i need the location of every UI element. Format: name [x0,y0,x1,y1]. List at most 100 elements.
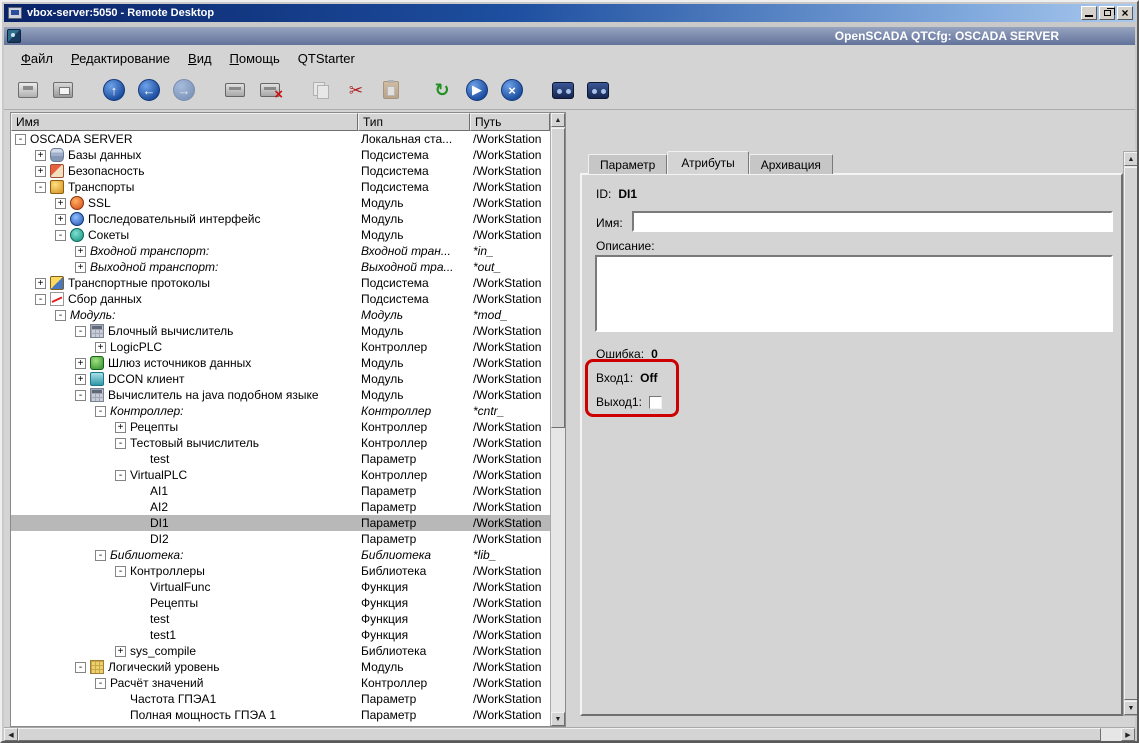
name-input[interactable] [632,211,1113,232]
tree-row[interactable]: -СокетыМодуль/WorkStation [11,227,550,243]
tree-row[interactable]: +DCON клиентМодуль/WorkStation [11,371,550,387]
add-item-button[interactable] [221,76,249,104]
collapse-expander-icon[interactable]: - [115,566,126,577]
tree-row[interactable]: +sys_compileБиблиотека/WorkStation [11,643,550,659]
qtcfg-launch-button[interactable] [549,76,577,104]
scroll-up-button[interactable]: ▲ [551,113,565,127]
tree-row[interactable]: -Контроллер:Контроллер*cntr_ [11,403,550,419]
scroll-thumb[interactable] [551,128,565,428]
panel-vertical-scrollbar[interactable]: ▲ ▼ [1123,151,1138,716]
stop-button[interactable]: × [498,76,526,104]
tree-row[interactable]: +Транспортные протоколыПодсистема/WorkSt… [11,275,550,291]
tree-row[interactable]: +БезопасностьПодсистема/WorkStation [11,163,550,179]
collapse-expander-icon[interactable]: - [115,438,126,449]
tree-row[interactable]: -ТранспортыПодсистема/WorkStation [11,179,550,195]
scroll-left-button[interactable]: ◀ [4,728,18,741]
load-button[interactable] [14,76,42,104]
collapse-expander-icon[interactable]: - [95,678,106,689]
tree-row[interactable]: -Сбор данныхПодсистема/WorkStation [11,291,550,307]
tree-column-header[interactable]: Имя [11,113,358,131]
delete-item-button[interactable]: × [256,76,284,104]
expand-expander-icon[interactable]: + [75,374,86,385]
expand-expander-icon[interactable]: + [75,262,86,273]
collapse-expander-icon[interactable]: - [55,230,66,241]
tree-row[interactable]: -VirtualPLCКонтроллер/WorkStation [11,467,550,483]
restore-button[interactable] [1099,6,1115,20]
output1-checkbox[interactable] [649,396,662,409]
vision-launch-button[interactable] [584,76,612,104]
start-button[interactable]: ▶ [463,76,491,104]
tree-row[interactable]: -Модуль:Модуль*mod_ [11,307,550,323]
tree-row[interactable]: DI2Параметр/WorkStation [11,531,550,547]
menu-item-qtstarter[interactable]: QTStarter [289,48,364,69]
tree-row[interactable]: +Входной транспорт:Входной тран...*in_ [11,243,550,259]
expand-expander-icon[interactable]: + [35,278,46,289]
collapse-expander-icon[interactable]: - [75,662,86,673]
save-button[interactable] [49,76,77,104]
tree-row[interactable]: AI2Параметр/WorkStation [11,499,550,515]
tree-row[interactable]: test1Функция/WorkStation [11,627,550,643]
expand-expander-icon[interactable]: + [35,150,46,161]
tree-row[interactable]: -КонтроллерыБиблиотека/WorkStation [11,563,550,579]
tab-archiving[interactable]: Архивация [749,154,833,174]
tree-row[interactable]: -OSCADA SERVERЛокальная ста.../WorkStati… [11,131,550,147]
tree-row[interactable]: testФункция/WorkStation [11,611,550,627]
collapse-expander-icon[interactable]: - [95,406,106,417]
scroll-right-button[interactable]: ▶ [1121,728,1135,741]
collapse-expander-icon[interactable]: - [95,550,106,561]
collapse-expander-icon[interactable]: - [115,470,126,481]
scroll-down-button[interactable]: ▼ [1124,701,1138,715]
menu-item-help[interactable]: Помощь [221,48,289,69]
tree-vertical-scrollbar[interactable]: ▲ ▼ [550,113,565,726]
tree-column-header[interactable]: Путь [470,113,550,131]
collapse-expander-icon[interactable]: - [75,390,86,401]
tree-row[interactable]: +SSLМодуль/WorkStation [11,195,550,211]
scroll-down-button[interactable]: ▼ [551,712,565,726]
collapse-expander-icon[interactable]: - [35,182,46,193]
tree-row[interactable]: DI1Параметр/WorkStation [11,515,550,531]
tree-row[interactable]: +Шлюз источников данныхМодуль/WorkStatio… [11,355,550,371]
tree-row[interactable]: -Библиотека:Библиотека*lib_ [11,547,550,563]
tree-row[interactable]: +РецептыКонтроллер/WorkStation [11,419,550,435]
collapse-expander-icon[interactable]: - [55,310,66,321]
window-titlebar[interactable]: vbox-server:5050 - Remote Desktop × [4,4,1135,22]
tree-row[interactable]: +Последовательный интерфейсМодуль/WorkSt… [11,211,550,227]
close-button[interactable]: × [1117,6,1133,20]
expand-expander-icon[interactable]: + [75,358,86,369]
app-titlebar[interactable]: OpenSCADA QTCfg: OSCADA SERVER [4,27,1135,45]
minimize-button[interactable] [1081,6,1097,20]
expand-expander-icon[interactable]: + [35,166,46,177]
horizontal-scrollbar[interactable]: ◀ ▶ [4,727,1135,741]
menu-item-edit[interactable]: Редактирование [62,48,179,69]
collapse-expander-icon[interactable]: - [35,294,46,305]
collapse-expander-icon[interactable]: - [15,134,26,145]
expand-expander-icon[interactable]: + [95,342,106,353]
cut-button[interactable]: ✂ [342,76,370,104]
up-button[interactable]: ↑ [100,76,128,104]
tree-row[interactable]: -Блочный вычислительМодуль/WorkStation [11,323,550,339]
tree-row[interactable]: AI1Параметр/WorkStation [11,483,550,499]
scroll-up-button[interactable]: ▲ [1124,152,1138,166]
tree-row[interactable]: -Вычислитель на java подобном языкеМодул… [11,387,550,403]
tree-row[interactable]: Частота ГПЭА1Параметр/WorkStation [11,691,550,707]
expand-expander-icon[interactable]: + [115,646,126,657]
expand-expander-icon[interactable]: + [55,198,66,209]
tree-row[interactable]: Полная мощность ГПЭА 1Параметр/WorkStati… [11,707,550,723]
refresh-button[interactable]: ↻ [428,76,456,104]
tree-row[interactable]: +Базы данныхПодсистема/WorkStation [11,147,550,163]
expand-expander-icon[interactable]: + [75,246,86,257]
scroll-thumb[interactable] [1124,167,1138,700]
menu-item-file[interactable]: Файл [12,48,62,69]
expand-expander-icon[interactable]: + [55,214,66,225]
splitter[interactable] [566,112,571,727]
tree-row[interactable]: +Выходной транспорт:Выходной тра...*out_ [11,259,550,275]
back-button[interactable]: ← [135,76,163,104]
tree-row[interactable]: -Логический уровеньМодуль/WorkStation [11,659,550,675]
tree-row[interactable]: VirtualFuncФункция/WorkStation [11,579,550,595]
collapse-expander-icon[interactable]: - [75,326,86,337]
description-textarea[interactable] [595,255,1113,332]
tree-row[interactable]: +LogicPLCКонтроллер/WorkStation [11,339,550,355]
tab-attributes[interactable]: Атрибуты [667,151,748,174]
tree-row[interactable]: testПараметр/WorkStation [11,451,550,467]
tree-row[interactable]: -Тестовый вычислительКонтроллер/WorkStat… [11,435,550,451]
